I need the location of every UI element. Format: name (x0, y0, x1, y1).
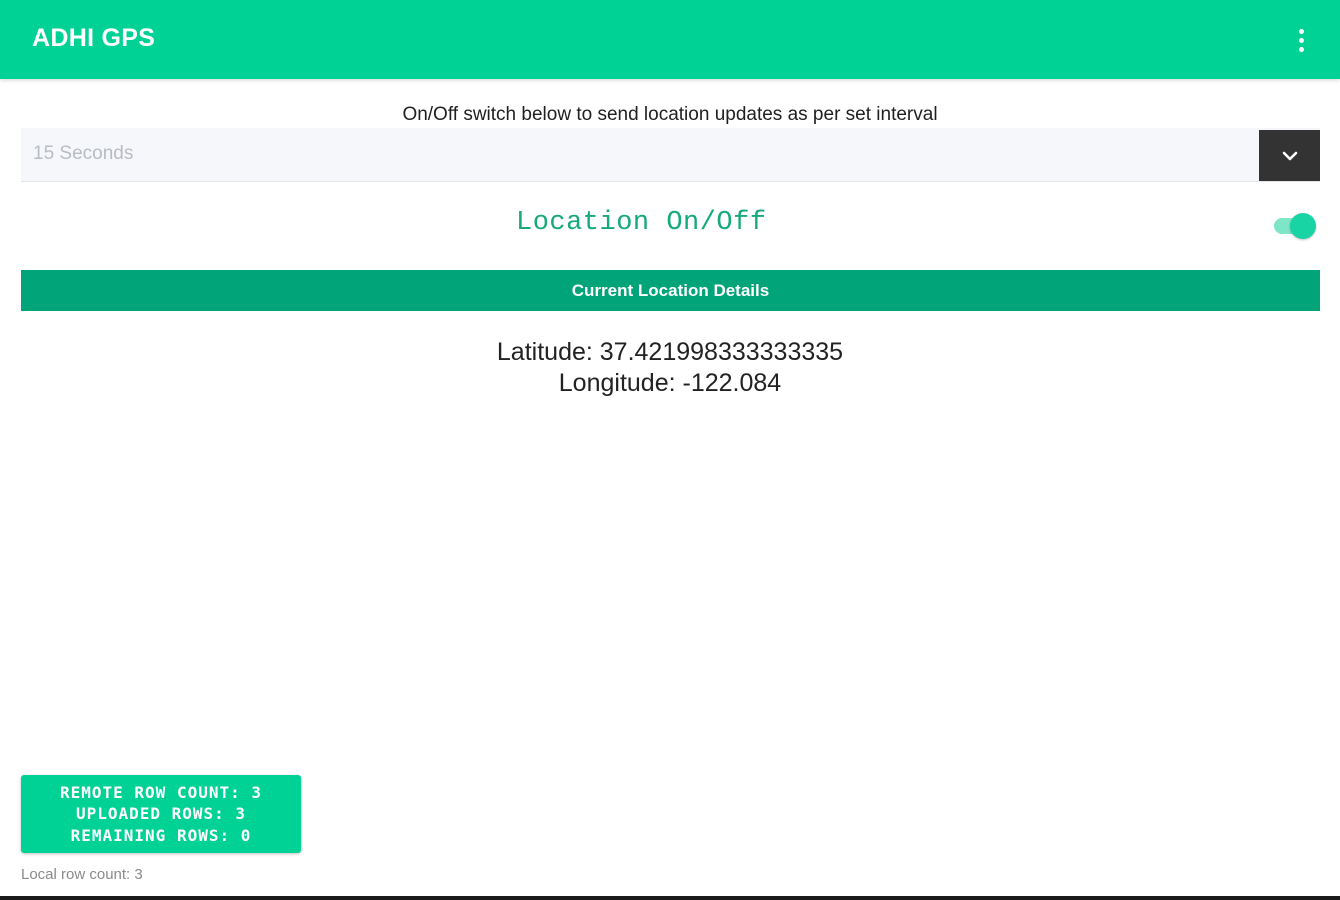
menu-dot (1298, 28, 1304, 34)
remote-row-count: REMOTE ROW COUNT: 3 (59, 782, 263, 802)
interval-instruction: On/Off switch below to send location upd… (402, 104, 938, 125)
chevron-down-icon (1282, 151, 1297, 160)
toggle-thumb (1290, 213, 1316, 239)
menu-dot (1298, 37, 1304, 43)
more-vertical-icon[interactable] (1286, 22, 1316, 58)
app-title: ADHI GPS (32, 24, 156, 52)
interval-selected-value: 15 Seconds (33, 143, 134, 164)
screen-bottom-edge (0, 896, 1340, 900)
current-location-header: Current Location Details (21, 270, 1320, 311)
local-row-count: Local row count: 3 (21, 866, 143, 883)
remaining-rows: REMAINING ROWS: 0 (70, 825, 252, 845)
app-window: ADHI GPS On/Off switch below to send loc… (0, 0, 1340, 900)
row-count-button[interactable]: REMOTE ROW COUNT: 3 UPLOADED ROWS: 3 REM… (21, 775, 301, 853)
longitude-value: Longitude: -122.084 (558, 369, 782, 397)
location-toggle-switch[interactable] (1272, 211, 1318, 241)
location-toggle-label: Location On/Off (516, 208, 767, 238)
dropdown-button[interactable] (1259, 130, 1320, 181)
location-coordinates: Latitude: 37.421998333333335 Longitude: … (0, 337, 1340, 399)
menu-dot (1298, 46, 1304, 52)
app-bar: ADHI GPS (0, 0, 1340, 79)
interval-dropdown[interactable]: 15 Seconds (21, 128, 1320, 182)
latitude-value: Latitude: 37.421998333333335 (496, 338, 844, 366)
uploaded-rows: UPLOADED ROWS: 3 (75, 804, 247, 824)
